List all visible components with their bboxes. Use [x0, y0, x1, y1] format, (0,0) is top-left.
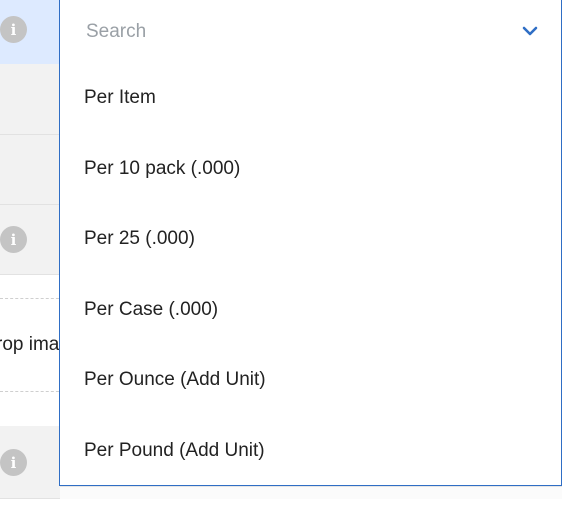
option-per-pound[interactable]: Per Pound (Add Unit): [60, 416, 561, 486]
info-icon[interactable]: i: [0, 16, 27, 43]
chevron-down-icon[interactable]: [521, 22, 539, 40]
info-icon[interactable]: i: [0, 449, 27, 476]
option-per-ounce[interactable]: Per Ounce (Add Unit): [60, 345, 561, 415]
option-per-case[interactable]: Per Case (.000): [60, 275, 561, 345]
search-bar: [60, 0, 561, 64]
form-row-below: [60, 486, 563, 499]
form-row: [0, 135, 60, 205]
search-input[interactable]: [84, 16, 508, 48]
option-per-item[interactable]: Per Item: [60, 63, 561, 133]
gutter: [562, 0, 572, 508]
info-icon[interactable]: i: [0, 226, 27, 253]
unit-dropdown[interactable]: Per Item Per 10 pack (.000) Per 25 (.000…: [59, 0, 562, 486]
option-per-10-pack[interactable]: Per 10 pack (.000): [60, 134, 561, 204]
option-per-25[interactable]: Per 25 (.000): [60, 204, 561, 274]
form-row: [0, 64, 60, 135]
drop-zone-text: rop ima: [0, 334, 60, 355]
